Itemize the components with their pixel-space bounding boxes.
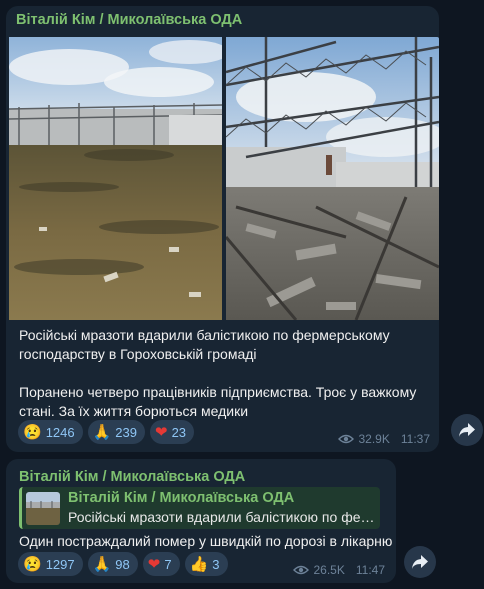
message-time: 11:37 xyxy=(400,432,430,446)
eye-icon xyxy=(337,434,354,444)
reaction-count: 7 xyxy=(164,556,172,572)
view-count: 26.5K xyxy=(313,563,345,577)
reactions-bar: 😢 1246 🙏 239 ❤ 23 xyxy=(18,420,195,444)
reply-sender: Віталій Кім / Миколаївська ОДА xyxy=(68,490,295,506)
heart-icon: ❤ xyxy=(147,555,161,573)
reaction-pray[interactable]: 🙏 239 xyxy=(87,420,145,444)
message-time: 11:47 xyxy=(355,563,385,577)
forward-button[interactable] xyxy=(404,546,436,578)
reply-preview[interactable]: Віталій Кім / Миколаївська ОДА Російські… xyxy=(19,487,380,529)
reply-text: Російські мразоти вдарили балістикою по … xyxy=(68,509,378,525)
message-paragraph: Поранено четверо працівників підприємств… xyxy=(19,384,417,419)
message-sender[interactable]: Віталій Кім / Миколаївська ОДА xyxy=(16,12,242,28)
message-text: Один постраждалий помер у швидкій по дор… xyxy=(19,533,393,549)
message-text: Російські мразоти вдарили балістикою по … xyxy=(19,326,424,421)
folded-hands-icon: 🙏 xyxy=(92,423,112,441)
thumbs-up-icon: 👍 xyxy=(189,555,209,573)
reaction-crying[interactable]: 😢 1297 xyxy=(18,552,83,576)
reaction-thumbs-up[interactable]: 👍 3 xyxy=(184,552,228,576)
reply-thumbnail xyxy=(26,492,60,525)
reaction-count: 98 xyxy=(115,556,130,572)
folded-hands-icon: 🙏 xyxy=(92,555,112,573)
reaction-count: 239 xyxy=(115,424,137,440)
photo-collapsed-roof[interactable] xyxy=(226,37,439,320)
message-bubble[interactable]: Віталій Кім / Миколаївська ОДА Віталій К… xyxy=(6,459,396,583)
view-count: 32.9K xyxy=(358,432,390,446)
message-sender[interactable]: Віталій Кім / Миколаївська ОДА xyxy=(19,469,245,485)
reaction-pray[interactable]: 🙏 98 xyxy=(87,552,138,576)
forward-icon xyxy=(412,555,428,569)
eye-icon xyxy=(292,565,309,575)
message-bubble[interactable]: Віталій Кім / Миколаївська ОДА Російські… xyxy=(6,6,439,452)
reaction-heart[interactable]: ❤ 23 xyxy=(150,420,195,444)
message-paragraph: Російські мразоти вдарили балістикою по … xyxy=(19,327,390,362)
reaction-count: 3 xyxy=(212,556,220,572)
reaction-count: 1246 xyxy=(45,424,75,440)
reaction-count: 1297 xyxy=(45,556,75,572)
photo-damaged-field[interactable] xyxy=(9,37,222,320)
forward-icon xyxy=(459,423,475,437)
crying-face-icon: 😢 xyxy=(23,555,42,573)
heart-icon: ❤ xyxy=(155,423,168,441)
reaction-crying[interactable]: 😢 1246 xyxy=(18,420,83,444)
message-meta: 26.5K 11:47 xyxy=(292,563,385,577)
reactions-bar: 😢 1297 🙏 98 ❤ 7 👍 3 xyxy=(18,552,228,576)
message-meta: 32.9K 11:37 xyxy=(337,432,430,446)
reaction-heart[interactable]: ❤ 7 xyxy=(142,552,180,576)
reaction-count: 23 xyxy=(171,424,187,440)
crying-face-icon: 😢 xyxy=(23,423,42,441)
forward-button[interactable] xyxy=(451,414,483,446)
